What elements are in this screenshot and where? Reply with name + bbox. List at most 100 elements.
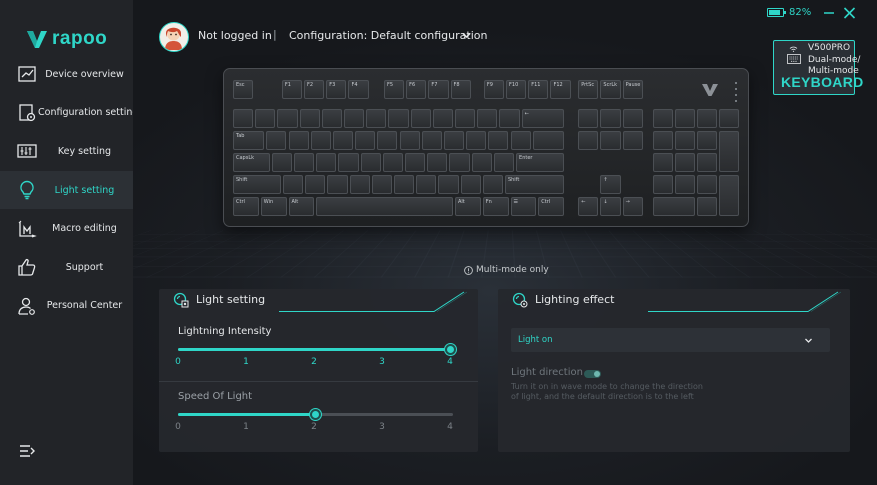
speed-slider[interactable] <box>178 409 453 420</box>
key-shift-row-4[interactable] <box>371 175 392 194</box>
key-num-8[interactable] <box>410 109 431 128</box>
intensity-tick[interactable]: 2 <box>311 357 317 367</box>
key-numpad-1-2[interactable] <box>696 109 718 128</box>
key-tab[interactable]: Tab <box>233 131 265 150</box>
key-lshift[interactable]: Shift <box>233 175 281 194</box>
intensity-tick[interactable]: 0 <box>175 357 181 367</box>
key-num-10[interactable] <box>455 109 476 128</box>
key-shift-row-6[interactable] <box>416 175 437 194</box>
key-arrow-left[interactable]: ← <box>578 197 599 216</box>
key-menu[interactable]: ☰ <box>510 197 537 216</box>
key-f1[interactable]: F1 <box>281 80 303 99</box>
key-tab-row-9[interactable] <box>466 131 487 150</box>
key-scrlk[interactable]: ScrLk <box>600 80 621 99</box>
key-tab-row-1[interactable] <box>288 131 309 150</box>
key-numpad-minus[interactable] <box>719 109 740 128</box>
key-tab-row-3[interactable] <box>332 131 354 150</box>
key-num-9[interactable] <box>432 109 453 128</box>
intensity-tick[interactable]: 1 <box>243 357 249 367</box>
chevron-down-icon[interactable] <box>461 30 472 41</box>
key-numpad-3-2[interactable] <box>696 153 718 172</box>
key-f2[interactable]: F2 <box>304 80 325 99</box>
key-shift-row-3[interactable] <box>349 175 370 194</box>
speed-tick[interactable]: 0 <box>175 422 181 432</box>
sidebar-item-support[interactable]: Support <box>0 248 133 287</box>
key-f4[interactable]: F4 <box>348 80 369 99</box>
key-shift-row-2[interactable] <box>327 175 348 194</box>
key-win[interactable]: Win <box>260 197 287 216</box>
intensity-tick[interactable]: 3 <box>379 357 385 367</box>
key-fn[interactable]: Fn <box>482 197 509 216</box>
key-caps-row-10[interactable] <box>493 153 515 172</box>
key-nav-mid-2[interactable] <box>622 131 643 150</box>
key-caps-row-7[interactable] <box>427 153 448 172</box>
key-tab-row-8[interactable] <box>443 131 465 150</box>
device-card[interactable]: V500PRO Dual-mode/ Multi-mode KEYBOARD <box>773 40 863 95</box>
key-f3[interactable]: F3 <box>326 80 347 99</box>
key-numpad-4-2[interactable] <box>696 175 718 194</box>
key-numpad-dot[interactable] <box>696 197 718 216</box>
key-tab-row-7[interactable] <box>421 131 442 150</box>
light-direction-toggle[interactable] <box>584 370 601 378</box>
login-status[interactable]: Not logged in <box>198 29 272 42</box>
key-num-6[interactable] <box>366 109 387 128</box>
key-num-4[interactable] <box>321 109 342 128</box>
sidebar-item-macro-editing[interactable]: Macro editing <box>0 209 133 248</box>
key-tab-row-11[interactable] <box>510 131 531 150</box>
key-shift-row-7[interactable] <box>438 175 459 194</box>
key-num-1[interactable] <box>255 109 276 128</box>
speed-tick[interactable]: 2 <box>311 422 317 432</box>
key-enter[interactable]: Enter <box>516 153 564 172</box>
key-lctrl[interactable]: Ctrl <box>233 197 259 216</box>
close-icon[interactable] <box>843 6 856 20</box>
key-ralt[interactable]: Alt <box>455 197 481 216</box>
key-num-12[interactable] <box>499 109 520 128</box>
key-numpad-plus[interactable] <box>719 131 740 172</box>
key-numpad-2-2[interactable] <box>696 131 718 150</box>
key-tab-row-0[interactable] <box>266 131 287 150</box>
key-caps-row-8[interactable] <box>449 153 470 172</box>
key-shift-row-8[interactable] <box>460 175 481 194</box>
key-arrow-down[interactable]: ↓ <box>600 197 621 216</box>
key-backspace[interactable]: ← <box>521 109 564 128</box>
key-numpad-3-0[interactable] <box>652 153 673 172</box>
speed-tick[interactable]: 4 <box>447 422 453 432</box>
intensity-slider[interactable] <box>178 344 456 355</box>
key-caps-row-9[interactable] <box>471 153 492 172</box>
speed-tick[interactable]: 3 <box>379 422 385 432</box>
intensity-slider-thumb[interactable] <box>444 344 456 355</box>
key-caps-row-1[interactable] <box>294 153 315 172</box>
intensity-tick[interactable]: 4 <box>447 357 453 367</box>
key-shift-row-5[interactable] <box>393 175 415 194</box>
key-numpad-4-0[interactable] <box>652 175 673 194</box>
minimize-icon[interactable] <box>823 6 835 20</box>
configuration-selector[interactable]: Configuration: Default configuration <box>289 29 487 42</box>
sidebar-item-device-overview[interactable]: Device overview <box>0 55 133 94</box>
key-numpad-enter[interactable] <box>719 175 740 216</box>
key-num-11[interactable] <box>477 109 498 128</box>
key-tab-row-6[interactable] <box>399 131 420 150</box>
key-shift-row-0[interactable] <box>282 175 304 194</box>
key-backslash[interactable] <box>532 131 564 150</box>
sidebar-item-personal-center[interactable]: Personal Center <box>0 287 133 326</box>
key-caps-row-6[interactable] <box>405 153 426 172</box>
key-rctrl[interactable]: Ctrl <box>538 197 564 216</box>
key-arrow-up[interactable]: ↑ <box>600 175 621 194</box>
key-tab-row-4[interactable] <box>355 131 376 150</box>
key-space[interactable] <box>316 197 453 216</box>
key-prtsc[interactable]: PrtSc <box>578 80 599 99</box>
key-numpad-3-1[interactable] <box>674 153 695 172</box>
key-num-7[interactable] <box>388 109 409 128</box>
speed-tick[interactable]: 1 <box>243 422 249 432</box>
key-arrow-right[interactable]: → <box>622 197 643 216</box>
key-tab-row-10[interactable] <box>488 131 509 150</box>
key-tab-row-2[interactable] <box>310 131 331 150</box>
key-num-2[interactable] <box>277 109 298 128</box>
key-f10[interactable]: F10 <box>506 80 527 99</box>
key-numpad-4-1[interactable] <box>674 175 695 194</box>
key-nav-mid-0[interactable] <box>578 131 599 150</box>
key-f5[interactable]: F5 <box>383 80 405 99</box>
key-nav-top-2[interactable] <box>622 109 643 128</box>
key-caps-row-2[interactable] <box>316 153 337 172</box>
key-esc[interactable]: Esc <box>233 80 254 99</box>
